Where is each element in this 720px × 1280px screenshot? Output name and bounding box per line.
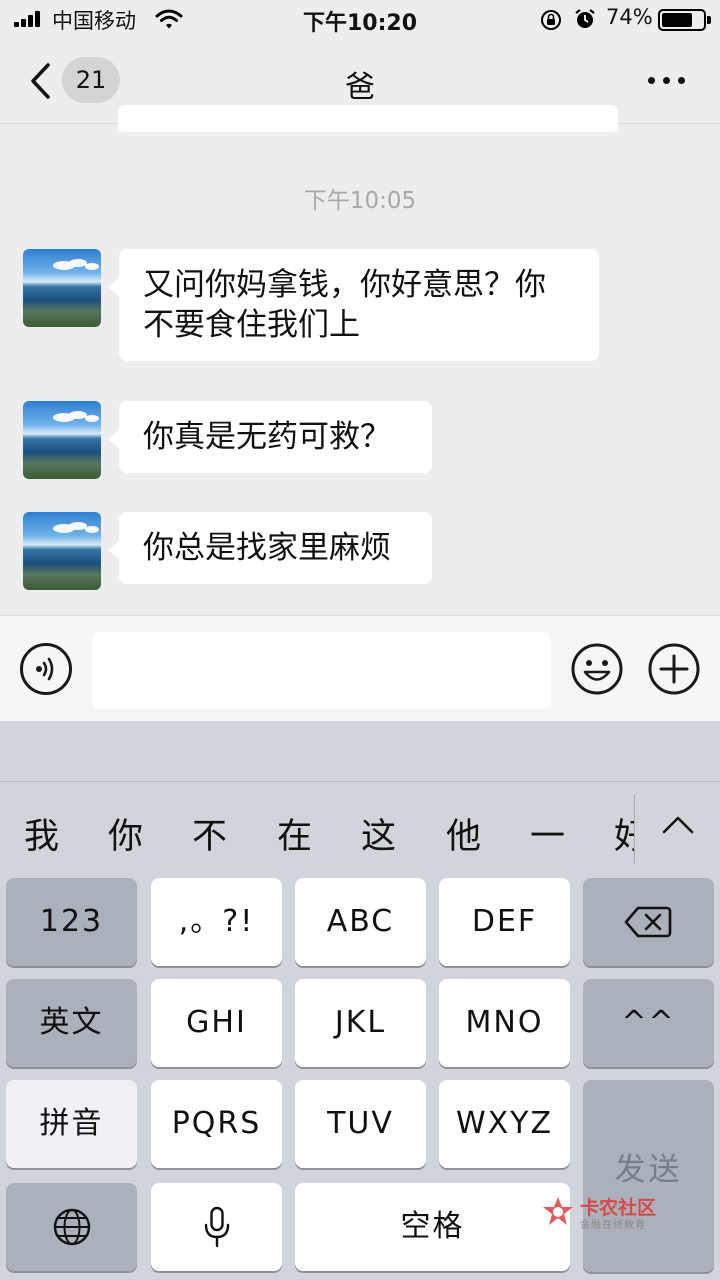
battery-icon: [658, 9, 711, 31]
plus-icon[interactable]: [648, 643, 700, 695]
chat-title: 爸: [345, 70, 375, 105]
key-english[interactable]: 英文: [6, 979, 137, 1067]
alarm-icon: [575, 9, 595, 28]
space-key[interactable]: 空格: [295, 1183, 570, 1271]
avatar[interactable]: [23, 401, 101, 479]
message-bubble[interactable]: 你真是无药可救？: [108, 401, 432, 473]
avatar[interactable]: [23, 512, 101, 590]
voice-icon[interactable]: [20, 643, 72, 695]
message-bubble[interactable]: 你总是找家里麻烦: [108, 512, 432, 584]
key-emoticon[interactable]: ^^: [583, 979, 714, 1067]
key-jkl[interactable]: JKL: [295, 979, 426, 1067]
message-text: 你真是无药可救？: [143, 419, 391, 455]
battery-percent: 74%: [606, 5, 653, 29]
microphone-icon: [204, 1206, 230, 1248]
chevron-up-icon[interactable]: [660, 812, 696, 838]
candidate-divider: [634, 794, 635, 864]
key-tuv[interactable]: TUV: [295, 1080, 426, 1168]
input-bar: [0, 615, 720, 721]
previous-message-bubble: [118, 105, 618, 132]
watermark: 卡农社区 金融在线教育: [540, 1193, 710, 1233]
key-punctuation[interactable]: ,。?!: [151, 878, 282, 966]
candidate-bar: 我 你 不 在 这 他 一 好: [0, 781, 720, 877]
key-abc[interactable]: ABC: [295, 878, 426, 966]
candidate-word[interactable]: 他: [446, 808, 481, 859]
key-pinyin[interactable]: 拼音: [6, 1080, 137, 1168]
rotation-lock-icon: [541, 10, 561, 30]
candidate-word[interactable]: 不: [192, 808, 227, 859]
key-wxyz[interactable]: WXYZ: [439, 1080, 570, 1168]
message-text-line: 不要食住我们上: [143, 307, 360, 343]
message-input[interactable]: [92, 632, 551, 709]
message-text-line: 又问你妈拿钱，你好意思？你: [143, 267, 546, 303]
candidate-word[interactable]: 在: [277, 808, 312, 859]
status-bar: 中国移动 下午10:20 74%: [0, 0, 720, 40]
keyboard: 我 你 不 在 这 他 一 好 123 ,。?! ABC DEF 英文 GHI …: [0, 721, 720, 1280]
message-bubble[interactable]: 又问你妈拿钱，你好意思？你 不要食住我们上: [108, 249, 599, 361]
candidate-word-clipped[interactable]: 好: [614, 808, 634, 852]
message-timestamp: 下午10:05: [303, 188, 417, 214]
backspace-key[interactable]: [583, 878, 714, 966]
key-pqrs[interactable]: PQRS: [151, 1080, 282, 1168]
ellipsis-icon[interactable]: [646, 70, 688, 90]
message-text: 你总是找家里麻烦: [143, 530, 391, 566]
key-mno[interactable]: MNO: [439, 979, 570, 1067]
send-key[interactable]: 发送: [583, 1080, 714, 1272]
candidate-word: 好: [614, 817, 634, 852]
watermark-subtitle: 金融在线教育: [580, 1220, 646, 1231]
candidate-word[interactable]: 我: [24, 808, 59, 859]
key-numbers[interactable]: 123: [6, 878, 137, 966]
watermark-logo-icon: [543, 1197, 573, 1225]
globe-key[interactable]: [6, 1183, 137, 1271]
backspace-icon: [624, 906, 672, 938]
globe-icon: [53, 1208, 91, 1246]
key-ghi[interactable]: GHI: [151, 979, 282, 1067]
emoji-icon[interactable]: [571, 643, 623, 695]
candidate-word[interactable]: 你: [108, 808, 143, 859]
candidate-word[interactable]: 一: [530, 808, 565, 859]
key-def[interactable]: DEF: [439, 878, 570, 966]
candidate-word[interactable]: 这: [361, 808, 396, 859]
avatar[interactable]: [23, 249, 101, 327]
message-list[interactable]: 下午10:05 又问你妈拿钱，你好意思？你 不要食住我们上 你真是无药可救？ 你: [0, 105, 720, 615]
microphone-key[interactable]: [151, 1183, 282, 1271]
